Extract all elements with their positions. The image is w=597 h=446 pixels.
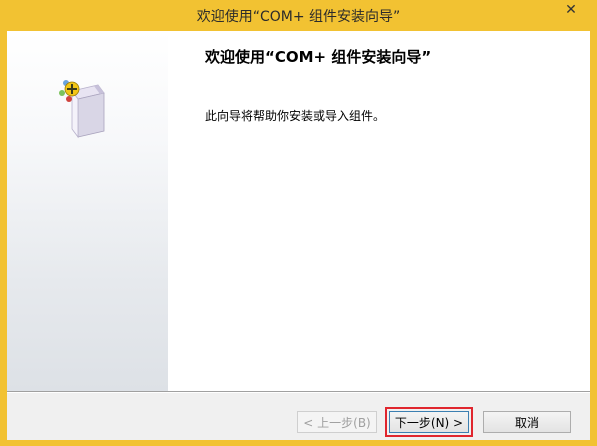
next-button[interactable]: 下一步(N) > <box>385 407 473 437</box>
wizard-content-panel: 欢迎使用“COM+ 组件安装向导” 此向导将帮助你安装或导入组件。 <box>168 31 590 391</box>
wizard-window: 欢迎使用“COM+ 组件安装向导” ✕ 欢迎使用“COM+ 组件安装向导” 此向… <box>0 0 597 446</box>
component-box-icon <box>59 80 105 139</box>
wizard-body: 欢迎使用“COM+ 组件安装向导” 此向导将帮助你安装或导入组件。 < 上一步(… <box>7 31 590 440</box>
wizard-side-panel <box>7 31 168 391</box>
footer-divider-highlight <box>7 392 590 393</box>
back-button[interactable]: < 上一步(B) <box>297 411 377 433</box>
title-bar[interactable]: 欢迎使用“COM+ 组件安装向导” ✕ <box>0 0 597 30</box>
page-title: 欢迎使用“COM+ 组件安装向导” <box>205 48 432 66</box>
window-title: 欢迎使用“COM+ 组件安装向导” <box>196 9 401 25</box>
page-description: 此向导将帮助你安装或导入组件。 <box>205 109 386 123</box>
close-icon: ✕ <box>565 2 577 18</box>
cancel-button[interactable]: 取消 <box>483 411 571 433</box>
close-button[interactable]: ✕ <box>549 0 593 20</box>
